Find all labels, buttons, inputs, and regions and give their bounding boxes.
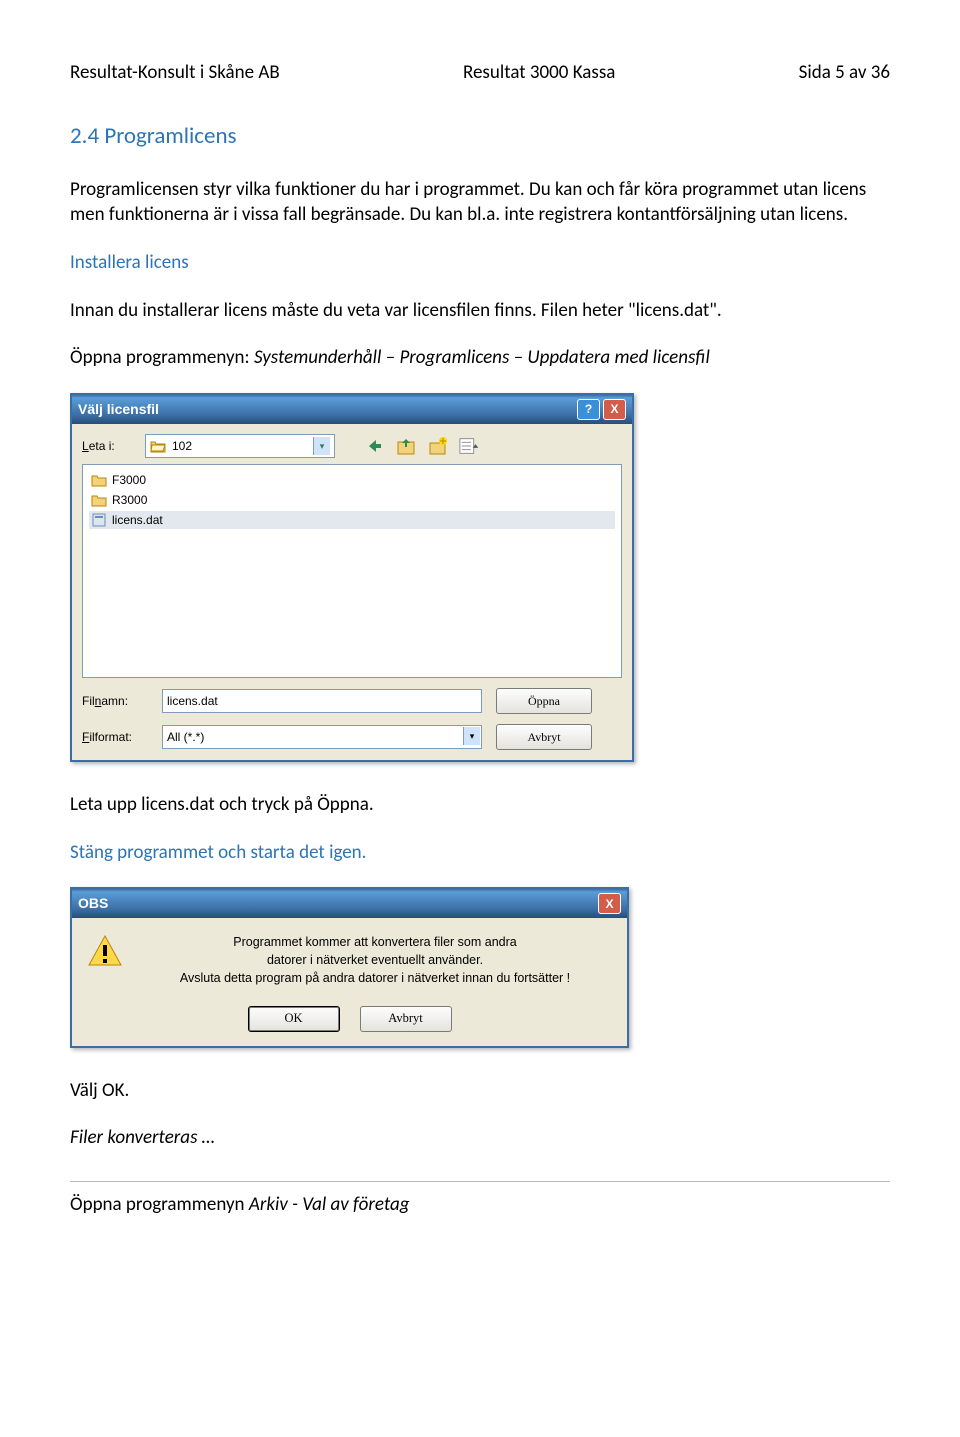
list-item[interactable]: R3000 [89, 491, 615, 509]
paragraph-choose-ok: Välj OK. [70, 1078, 890, 1104]
paragraph-open-archive-path: Arkiv - Val av företag [249, 1193, 410, 1216]
section-heading: 2.4 Programlicens [70, 121, 890, 152]
help-button[interactable]: ? [577, 399, 600, 420]
obs-message: Programmet kommer att konvertera filer s… [138, 933, 612, 987]
close-button[interactable]: X [603, 399, 626, 420]
file-icon [91, 513, 107, 527]
folder-open-icon [150, 439, 166, 453]
obs-line3: Avsluta detta program på andra datorer i… [180, 971, 570, 985]
filetype-combo[interactable]: All (*.*) ▾ [162, 725, 482, 749]
up-one-level-icon[interactable] [395, 435, 417, 457]
view-menu-icon[interactable] [459, 435, 481, 457]
paragraph-before-install: Innan du installerar licens måste du vet… [70, 298, 890, 324]
filetype-label: Filformat: [82, 729, 162, 745]
filetype-value: All (*.*) [167, 729, 204, 745]
list-item-label: R3000 [112, 492, 147, 508]
close-button[interactable]: X [598, 893, 621, 914]
file-open-dialog: Välj licensfil ? X LLeta i:eta i: 102 ▾ [70, 393, 634, 762]
paragraph-open-menu-prefix: Öppna programmenyn: [70, 346, 254, 369]
paragraph-open-menu-path: Systemunderhåll – Programlicens – Uppdat… [254, 346, 710, 369]
header-right: Sida 5 av 36 [799, 60, 890, 86]
look-in-combo[interactable]: 102 ▾ [145, 434, 335, 458]
paragraph-open-archive: Öppna programmenyn Arkiv - Val av företa… [70, 1192, 890, 1218]
ok-button[interactable]: OK [248, 1006, 340, 1032]
folder-icon [91, 493, 107, 507]
page-header: Resultat-Konsult i Skåne AB Resultat 300… [70, 60, 890, 86]
cancel-button[interactable]: Avbryt [360, 1006, 452, 1032]
dialog-title-text: Välj licensfil [78, 400, 159, 419]
look-in-value: 102 [172, 438, 192, 454]
list-item-label: licens.dat [112, 512, 163, 528]
dialog-title-text: OBS [78, 894, 108, 913]
paragraph-open-menu: Öppna programmenyn: Systemunderhåll – Pr… [70, 345, 890, 371]
list-item-selected[interactable]: licens.dat [89, 511, 615, 529]
divider [70, 1181, 890, 1182]
open-button[interactable]: Öppna [496, 688, 592, 714]
warning-icon [87, 933, 123, 969]
list-item[interactable]: F3000 [89, 471, 615, 489]
dialog-titlebar[interactable]: Välj licensfil ? X [72, 395, 632, 424]
paragraph-intro: Programlicensen styr vilka funktioner du… [70, 177, 890, 228]
list-item-label: F3000 [112, 472, 146, 488]
header-left: Resultat-Konsult i Skåne AB [70, 60, 280, 86]
new-folder-icon[interactable] [427, 435, 449, 457]
filename-input[interactable]: licens.dat [162, 689, 482, 713]
paragraph-converting: Filer konverteras … [70, 1125, 890, 1151]
filename-label: Filnamn: [82, 693, 162, 709]
subheading-install-license: Installera licens [70, 250, 890, 276]
folder-icon [91, 473, 107, 487]
back-icon[interactable] [363, 435, 385, 457]
paragraph-find-file: Leta upp licens.dat och tryck på Öppna. [70, 792, 890, 818]
cancel-button[interactable]: Avbryt [496, 724, 592, 750]
dialog-titlebar[interactable]: OBS X [72, 889, 627, 918]
paragraph-open-archive-prefix: Öppna programmenyn [70, 1193, 249, 1216]
obs-line1: Programmet kommer att konvertera filer s… [233, 935, 516, 949]
filename-value: licens.dat [167, 693, 218, 709]
chevron-down-icon[interactable]: ▾ [313, 437, 330, 455]
look-in-label: LLeta i:eta i: [82, 438, 137, 454]
file-list[interactable]: F3000 R3000 licens.dat [82, 464, 622, 678]
header-center: Resultat 3000 Kassa [463, 60, 615, 86]
obs-line2: datorer i nätverket eventuellt använder. [267, 953, 483, 967]
obs-dialog: OBS X Programmet kommer att konvertera f… [70, 887, 629, 1047]
subheading-restart: Stäng programmet och starta det igen. [70, 840, 890, 866]
chevron-down-icon[interactable]: ▾ [463, 727, 480, 745]
